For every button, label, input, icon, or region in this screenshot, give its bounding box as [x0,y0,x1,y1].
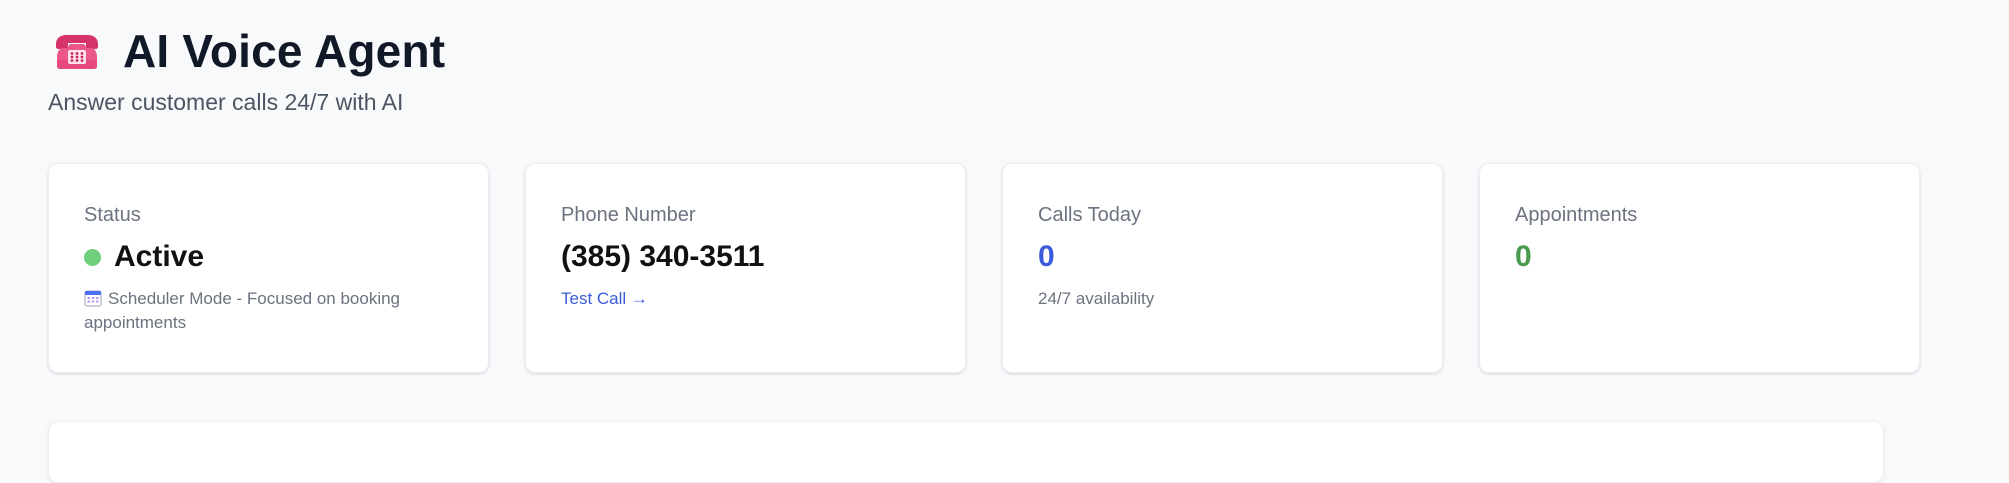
page-subtitle: Answer customer calls 24/7 with AI [48,89,404,115]
calls-today-card: Calls Today 0 24/7 availability [1002,163,1443,373]
status-value-row: Active [84,238,454,276]
telephone-icon [56,35,98,69]
appointments-value: 0 [1515,240,1532,273]
calendar-icon [84,290,102,307]
status-note: Scheduler Mode - Focused on booking appo… [84,287,454,335]
status-card: Status Active Scheduler Mode - Focused o… [48,163,489,373]
appointments-card: Appointments 0 [1479,163,1920,373]
content-panel [48,421,1884,483]
calls-today-note: 24/7 availability [1038,289,1155,308]
phone-number-value: (385) 340-3511 [561,240,765,273]
status-dot [84,248,101,266]
phone-number-card: Phone Number (385) 340-3511 Test Call → [525,163,966,373]
page-title: AI Voice Agent [123,25,446,77]
calls-today-label: Calls Today [1038,204,1142,226]
status-label: Status [84,204,141,226]
status-value: Active [114,240,205,273]
page-header: AI Voice Agent Answer customer calls 24/… [48,22,445,118]
status-note-text: Scheduler Mode - Focused on booking appo… [84,289,401,332]
phone-number-label: Phone Number [561,204,696,226]
test-call-link[interactable]: Test Call → [561,287,648,311]
stats-cards: Status Active Scheduler Mode - Focused o… [48,163,1920,373]
title-row: AI Voice Agent [48,22,445,80]
appointments-label: Appointments [1515,204,1638,226]
calls-today-value: 0 [1038,240,1055,273]
